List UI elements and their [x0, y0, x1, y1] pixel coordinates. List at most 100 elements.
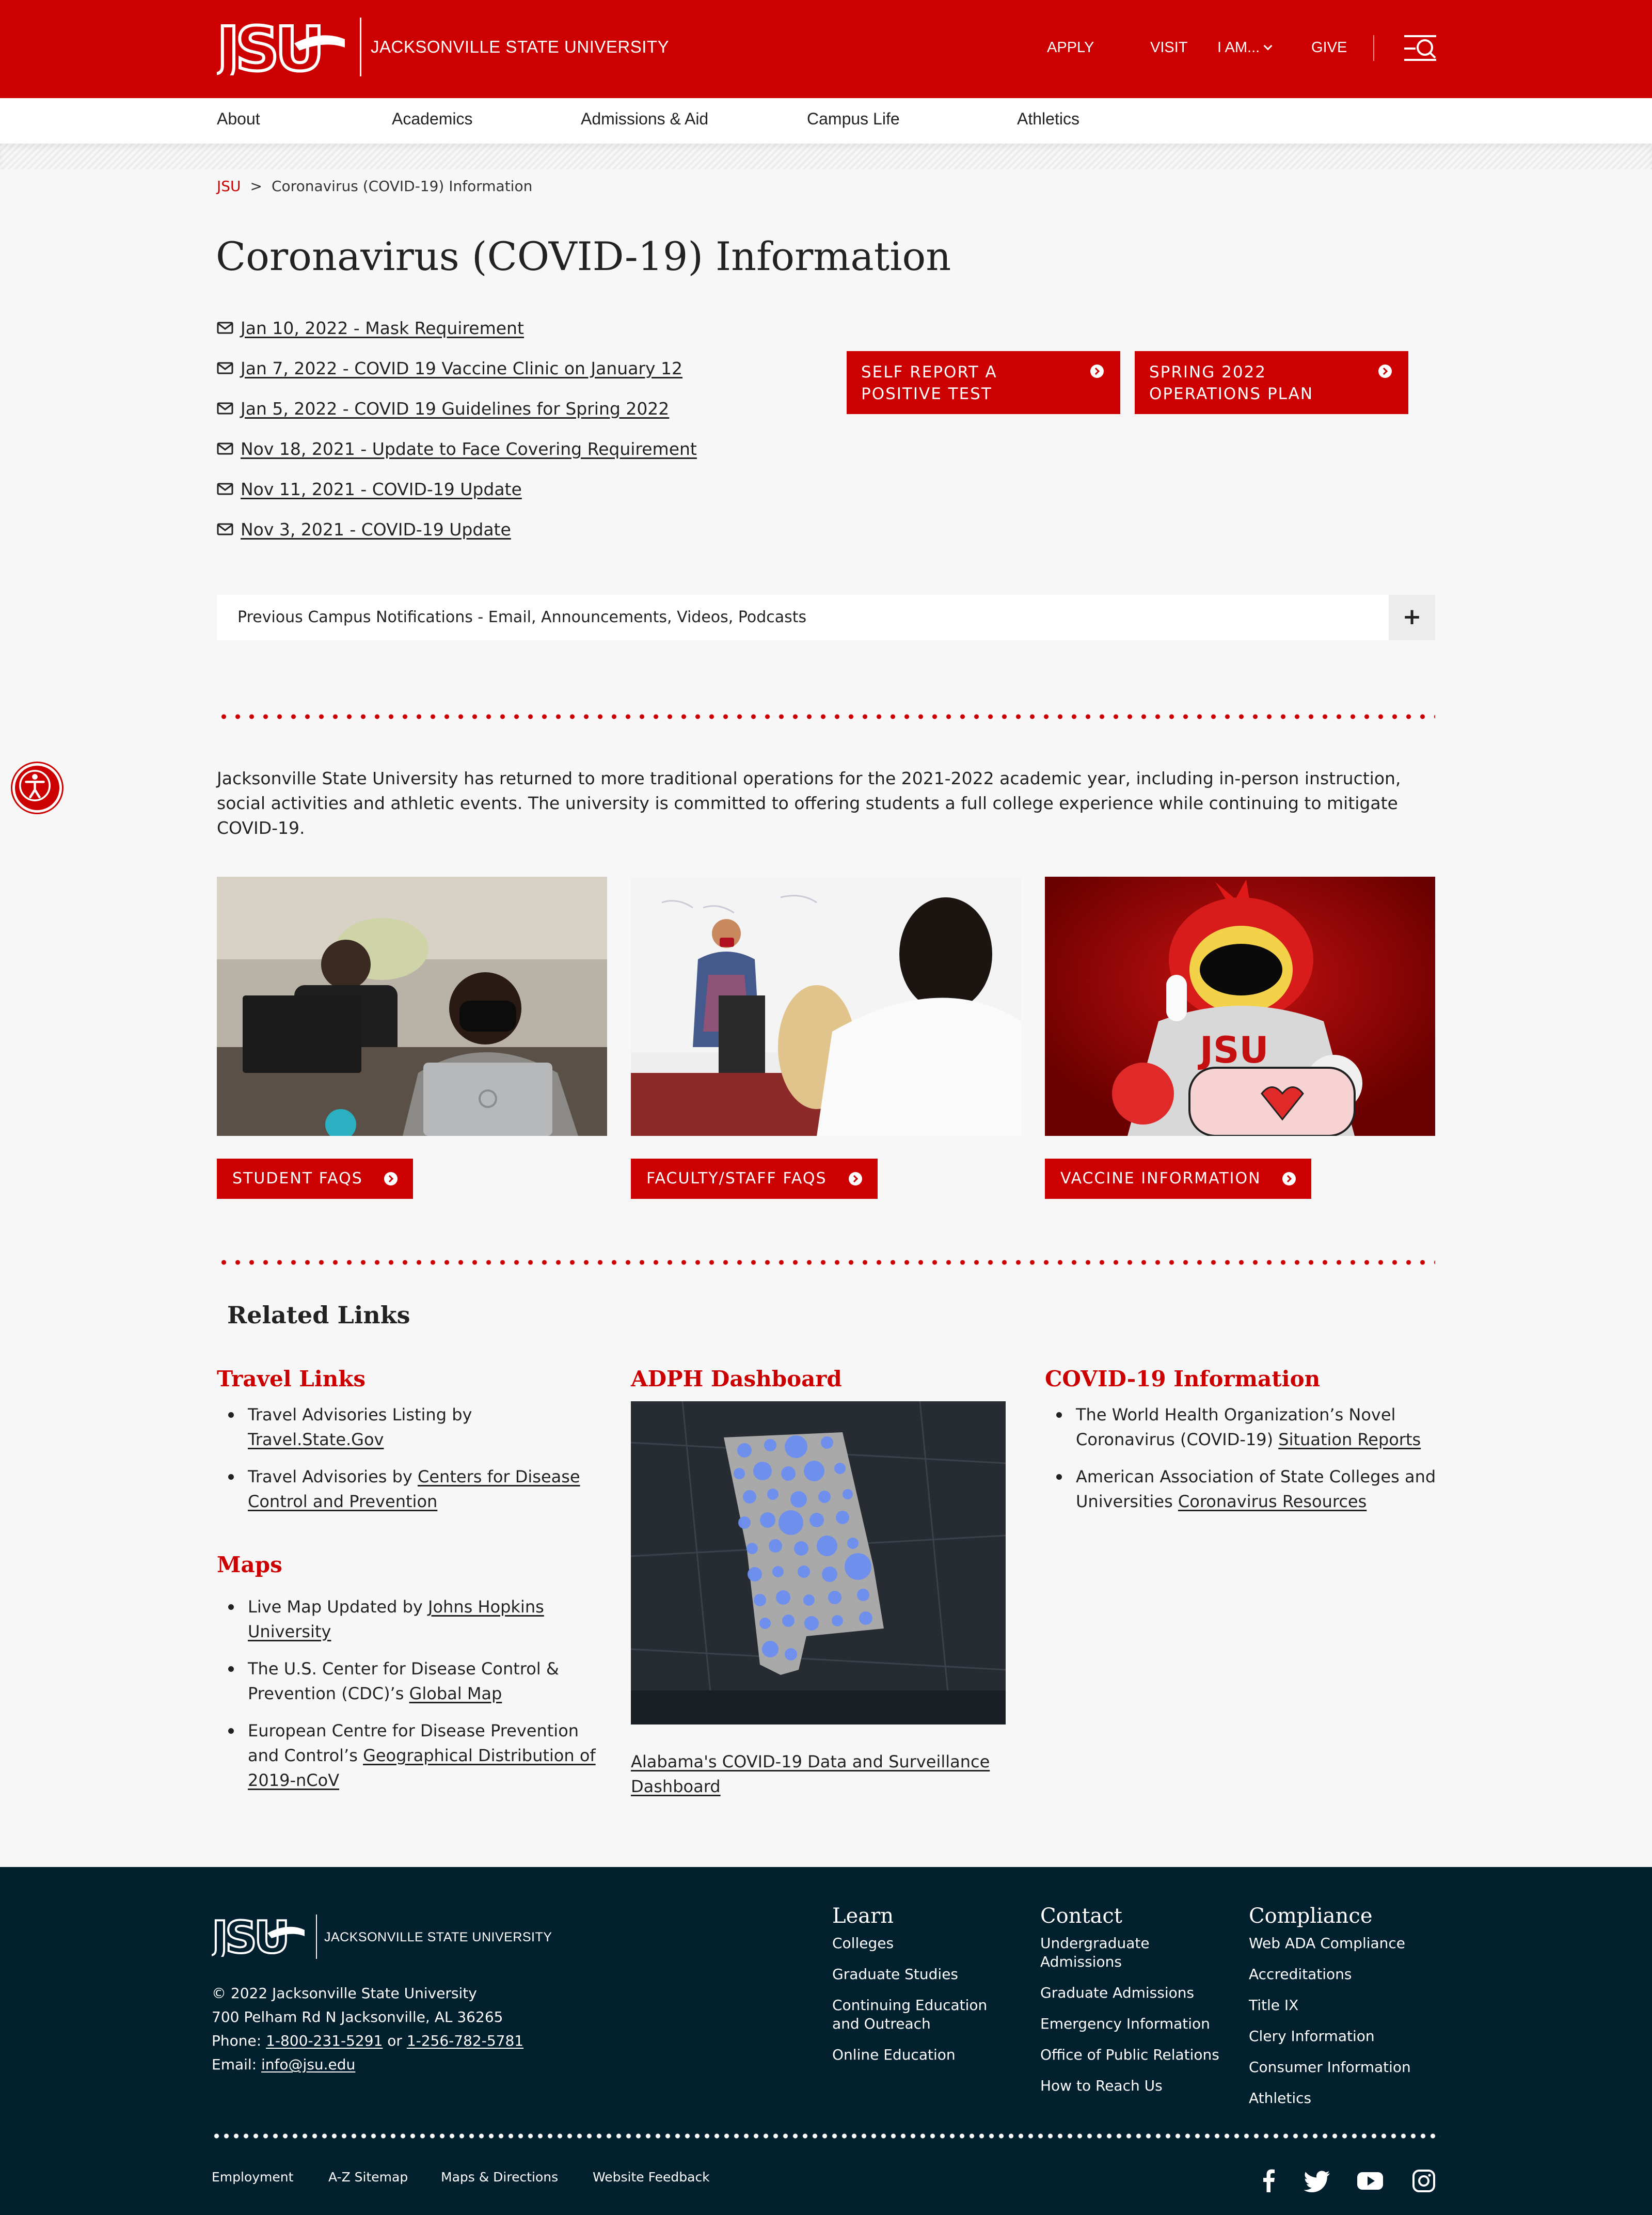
nav-i-am-label: I AM...: [1217, 39, 1260, 56]
email-label: Email:: [212, 2056, 262, 2073]
self-report-button[interactable]: SELF REPORT A POSITIVE TEST: [847, 351, 1120, 414]
youtube-icon[interactable]: [1356, 2166, 1385, 2195]
accordion-label: Previous Campus Notifications - Email, A…: [237, 608, 807, 626]
self-report-label: SELF REPORT A POSITIVE TEST: [861, 363, 997, 403]
faculty-photo: [631, 877, 1021, 1136]
menu-search-icon[interactable]: [1403, 33, 1437, 63]
adph-dashboard-heading: ADPH Dashboard: [631, 1366, 842, 1391]
street-address: 700 Pelham Rd N Jacksonville, AL 36265: [212, 2008, 503, 2026]
mainnav-academics[interactable]: Academics: [392, 109, 473, 129]
previous-notifications-accordion[interactable]: Previous Campus Notifications - Email, A…: [217, 595, 1435, 640]
twitter-icon[interactable]: [1303, 2166, 1332, 2195]
footer-link[interactable]: Title IX: [1249, 1996, 1455, 2015]
breadcrumb: JSU > Coronavirus (COVID-19) Information: [217, 178, 532, 195]
travel-links-heading: Travel Links: [217, 1366, 366, 1391]
breadcrumb-separator: >: [250, 178, 262, 195]
jsu-logo-icon[interactable]: JSU: [212, 1915, 306, 1957]
footer-website-feedback-link[interactable]: Website Feedback: [593, 2170, 710, 2185]
footer-link[interactable]: Clery Information: [1249, 2027, 1455, 2046]
footer-link[interactable]: Graduate Studies: [832, 1965, 1003, 1984]
mainnav-admissions-aid[interactable]: Admissions & Aid: [581, 109, 708, 129]
email-link[interactable]: info@jsu.edu: [261, 2056, 355, 2073]
faculty-staff-faqs-button[interactable]: FACULTY/STAFF FAQS: [631, 1159, 878, 1199]
envelope-icon: [217, 402, 233, 415]
logo-divider: [360, 18, 361, 76]
dotted-divider: [217, 714, 1435, 719]
nav-give[interactable]: GIVE: [1311, 39, 1347, 56]
notification-item[interactable]: Jan 10, 2022 - Mask Requirement: [217, 308, 697, 348]
list-item: The World Health Organization’s Novel Co…: [1045, 1402, 1437, 1452]
list-item: Travel Advisories by Centers for Disease…: [217, 1464, 599, 1514]
footer-maps-directions-link[interactable]: Maps & Directions: [441, 2170, 558, 2185]
footer-link[interactable]: Consumer Information: [1249, 2058, 1455, 2077]
notification-link[interactable]: Jan 7, 2022 - COVID 19 Vaccine Clinic on…: [241, 358, 682, 378]
arrow-circle-right-icon: [849, 1172, 862, 1185]
instagram-icon[interactable]: [1409, 2166, 1438, 2195]
footer-employment-link[interactable]: Employment: [212, 2170, 293, 2185]
notification-link[interactable]: Jan 10, 2022 - Mask Requirement: [241, 318, 524, 338]
footer-link[interactable]: Graduate Admissions: [1040, 1984, 1226, 2002]
arrow-circle-right-icon: [1378, 365, 1392, 378]
mainnav-athletics[interactable]: Athletics: [1017, 109, 1079, 129]
footer-link[interactable]: Online Education: [832, 2046, 1003, 2064]
notification-item[interactable]: Nov 3, 2021 - COVID-19 Update: [217, 509, 697, 549]
nav-visit[interactable]: VISIT: [1150, 39, 1188, 56]
footer-link[interactable]: Athletics: [1249, 2089, 1455, 2108]
arrow-circle-right-icon: [1090, 365, 1104, 378]
email-line: Email: info@jsu.edu: [212, 2053, 523, 2077]
intro-paragraph: Jacksonville State University has return…: [217, 768, 1401, 838]
notification-link[interactable]: Nov 11, 2021 - COVID-19 Update: [241, 479, 522, 499]
footer-link[interactable]: Colleges: [832, 1934, 1003, 1953]
footer-link[interactable]: Web ADA Compliance: [1249, 1934, 1455, 1953]
footer-link[interactable]: Accreditations: [1249, 1965, 1455, 1984]
cdc-global-map-link[interactable]: Global Map: [409, 1684, 502, 1703]
notification-item[interactable]: Jan 7, 2022 - COVID 19 Vaccine Clinic on…: [217, 348, 697, 388]
travel-state-gov-link[interactable]: Travel.State.Gov: [248, 1430, 384, 1449]
phone-or: or: [383, 2032, 407, 2049]
mainnav-campus-life[interactable]: Campus Life: [807, 109, 900, 129]
university-name[interactable]: JACKSONVILLE STATE UNIVERSITY: [371, 37, 669, 57]
list-item-text: Travel Advisories by: [248, 1467, 418, 1486]
operations-plan-button[interactable]: SPRING 2022 OPERATIONS PLAN: [1135, 351, 1408, 414]
arrow-circle-right-icon: [384, 1172, 398, 1185]
phone-link-2[interactable]: 1-256-782-5781: [407, 2032, 523, 2049]
notification-item[interactable]: Jan 5, 2022 - COVID 19 Guidelines for Sp…: [217, 388, 697, 429]
dotted-divider: [217, 1260, 1435, 1265]
phone-link-1[interactable]: 1-800-231-5291: [266, 2032, 383, 2049]
vaccine-information-button[interactable]: VACCINE INFORMATION: [1045, 1159, 1311, 1199]
notification-link[interactable]: Jan 5, 2022 - COVID 19 Guidelines for Sp…: [241, 399, 669, 419]
adph-dashboard-link[interactable]: Alabama's COVID-19 Data and Surveillance…: [631, 1749, 1013, 1799]
footer-link[interactable]: Office of Public Relations: [1040, 2046, 1226, 2064]
mainnav-about[interactable]: About: [217, 109, 260, 129]
envelope-icon: [217, 523, 233, 535]
list-item: Live Map Updated by Johns Hopkins Univer…: [217, 1594, 599, 1644]
jsu-logo-icon[interactable]: JSU: [217, 19, 346, 75]
notification-link[interactable]: Nov 18, 2021 - Update to Face Covering R…: [241, 439, 697, 459]
footer-link[interactable]: Continuing Education and Outreach: [832, 1996, 1003, 2033]
notification-list: Jan 10, 2022 - Mask Requirement Jan 7, 2…: [217, 308, 697, 549]
facebook-icon[interactable]: [1254, 2166, 1283, 2195]
student-faqs-button[interactable]: STUDENT FAQS: [217, 1159, 413, 1199]
footer-link[interactable]: Undergraduate Admissions: [1040, 1934, 1226, 1971]
header-separator: [1373, 35, 1374, 61]
notification-link[interactable]: Nov 3, 2021 - COVID-19 Update: [241, 519, 511, 540]
site-header: JSU JACKSONVILLE STATE UNIVERSITY APPLY …: [0, 0, 1652, 98]
footer-link[interactable]: Emergency Information: [1040, 2015, 1226, 2033]
nav-apply[interactable]: APPLY: [1047, 39, 1094, 56]
accessibility-icon[interactable]: [12, 763, 62, 813]
aascu-resources-link[interactable]: Coronavirus Resources: [1178, 1492, 1367, 1511]
adph-dashboard-map[interactable]: [631, 1401, 1006, 1724]
notification-item[interactable]: Nov 18, 2021 - Update to Face Covering R…: [217, 429, 697, 469]
covid-information-heading: COVID-19 Information: [1045, 1366, 1321, 1391]
footer-sitemap-link[interactable]: A-Z Sitemap: [328, 2170, 408, 2185]
plus-icon[interactable]: +: [1389, 595, 1435, 640]
nav-i-am-dropdown[interactable]: I AM...: [1217, 39, 1273, 56]
breadcrumb-home-link[interactable]: JSU: [217, 178, 241, 195]
list-item: European Centre for Disease Prevention a…: [217, 1718, 599, 1793]
operations-plan-label: SPRING 2022 OPERATIONS PLAN: [1149, 363, 1314, 403]
envelope-icon: [217, 442, 233, 455]
who-situation-reports-link[interactable]: Situation Reports: [1278, 1430, 1421, 1449]
notification-item[interactable]: Nov 11, 2021 - COVID-19 Update: [217, 469, 697, 509]
footer-link[interactable]: How to Reach Us: [1040, 2077, 1226, 2095]
footer-address-block: © 2022 Jacksonville State University 700…: [212, 1982, 523, 2077]
